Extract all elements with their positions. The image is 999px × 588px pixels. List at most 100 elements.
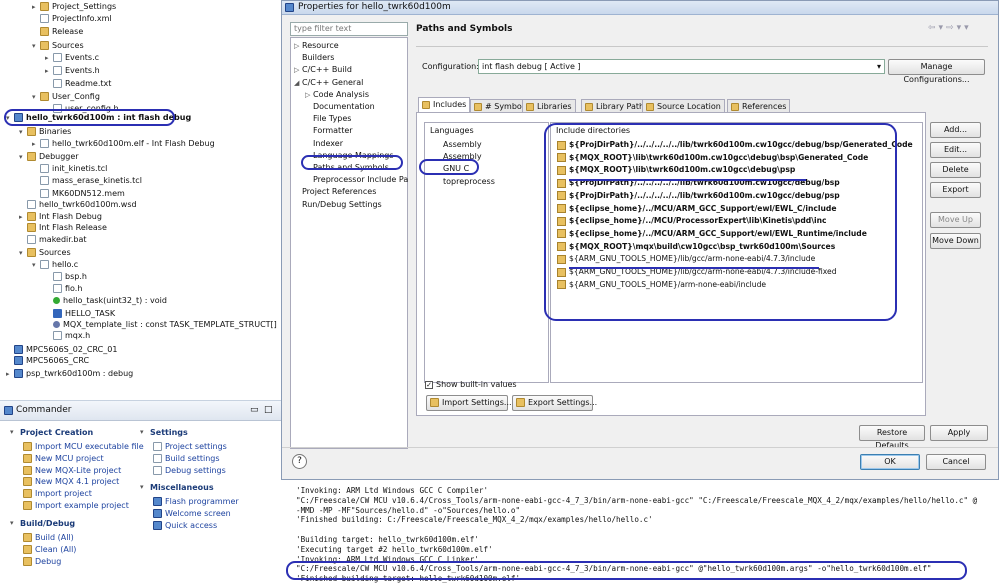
tree-row[interactable]: ▸ Events.c xyxy=(45,52,99,64)
nav-item[interactable]: Formatter xyxy=(305,126,353,135)
commander-link[interactable]: New MQX-Lite project xyxy=(23,465,121,475)
commander-link[interactable]: Quick access xyxy=(153,520,217,530)
tree-row[interactable]: ▸ Events.h xyxy=(45,65,100,77)
export-settings-button[interactable]: Export Settings... xyxy=(512,395,597,411)
properties-tab[interactable]: Source Location xyxy=(642,99,725,113)
nav-item[interactable]: ◢ C/C++ General xyxy=(294,78,363,87)
commander-link[interactable]: Project settings xyxy=(153,442,227,451)
commander-link[interactable]: Import project xyxy=(23,489,92,499)
tree-row[interactable]: mass_erase_kinetis.tcl xyxy=(32,175,142,187)
tree-row[interactable]: ▸ hello_twrk60d100m.elf - Int Flash Debug xyxy=(32,138,215,150)
language-item[interactable]: topreprocess xyxy=(443,177,495,186)
commander-link[interactable]: Clean (All) xyxy=(23,544,76,554)
nav-item[interactable]: Documentation xyxy=(305,102,375,111)
commander-link[interactable]: Debug xyxy=(23,556,61,566)
section-toggle-icon[interactable]: ▾ xyxy=(10,519,18,527)
nav-item[interactable]: Run/Debug Settings xyxy=(294,200,382,209)
side-button[interactable]: Delete xyxy=(930,162,981,178)
properties-tab[interactable]: Libraries xyxy=(522,99,576,113)
tree-row[interactable]: MPC5606S_CRC xyxy=(6,355,89,367)
tree-row[interactable]: ▾ Sources xyxy=(32,40,84,52)
tree-row[interactable]: bsp.h xyxy=(45,271,87,283)
commander-link[interactable]: Debug settings xyxy=(153,465,226,475)
nav-item[interactable]: Builders xyxy=(294,53,334,62)
commander-link[interactable]: Build (All) xyxy=(23,533,74,542)
side-button[interactable]: Add... xyxy=(930,122,981,138)
nav-back-forward-icons[interactable]: ⇦▾⇨▾▾ xyxy=(928,23,972,33)
restore-defaults-button[interactable]: Restore Defaults xyxy=(859,425,925,450)
maximize-icon[interactable]: □ xyxy=(264,405,273,415)
manage-configurations-button[interactable]: Manage Configurations... xyxy=(888,59,985,84)
expand-toggle-icon[interactable]: ▸ xyxy=(45,52,53,64)
tree-row[interactable]: ▾ Binaries xyxy=(19,126,71,138)
nav-toggle-icon[interactable]: ▷ xyxy=(305,91,313,99)
properties-tab[interactable]: References xyxy=(727,99,791,113)
nav-toggle-icon[interactable]: ◢ xyxy=(294,79,302,87)
section-toggle-icon[interactable]: ▾ xyxy=(140,483,148,491)
tree-row[interactable]: hello_twrk60d100m.wsd xyxy=(19,199,137,211)
nav-toggle-icon[interactable]: ▷ xyxy=(294,42,302,50)
tree-row[interactable]: hello_task(uint32_t) : void xyxy=(45,295,167,307)
commander-link[interactable]: New MQX 4.1 project xyxy=(23,477,119,487)
tree-row[interactable]: init_kinetis.tcl xyxy=(32,163,107,175)
side-button[interactable]: Export xyxy=(930,182,981,198)
nav-item[interactable]: Indexer xyxy=(305,139,343,148)
minimize-icon[interactable]: ▭ xyxy=(250,405,259,415)
section-toggle-icon[interactable]: ▾ xyxy=(140,428,148,436)
properties-tab[interactable]: Includes xyxy=(418,97,471,113)
cancel-button[interactable]: Cancel xyxy=(926,454,986,470)
section-title-project_creation[interactable]: Project Creation xyxy=(20,428,93,437)
expand-toggle-icon[interactable]: ▾ xyxy=(32,259,40,271)
tree-row[interactable]: ▾ Sources xyxy=(19,247,71,259)
expand-toggle-icon[interactable]: ▾ xyxy=(32,91,40,103)
language-item[interactable]: Assembly xyxy=(443,140,482,149)
tree-row[interactable]: ▸ psp_twrk60d100m : debug xyxy=(6,368,133,380)
nav-item[interactable]: ▷ Code Analysis xyxy=(305,90,369,99)
tree-row[interactable]: fio.h xyxy=(45,283,82,295)
import-settings-button[interactable]: Import Settings... xyxy=(426,395,512,411)
expand-toggle-icon[interactable]: ▾ xyxy=(19,247,27,259)
section-title-build_debug[interactable]: Build/Debug xyxy=(20,519,75,528)
ok-button[interactable]: OK xyxy=(860,454,920,470)
tree-row[interactable]: Int Flash Release xyxy=(19,222,107,234)
commander-link[interactable]: Build settings xyxy=(153,453,220,463)
configuration-select[interactable]: int flash debug [ Active ] ▾ xyxy=(478,59,885,74)
tree-row[interactable]: Readme.txt xyxy=(45,78,111,90)
expand-toggle-icon[interactable]: ▸ xyxy=(32,1,40,13)
side-button[interactable]: Move Up xyxy=(930,212,981,228)
side-button[interactable]: Move Down xyxy=(930,233,981,249)
nav-toggle-icon[interactable]: ▷ xyxy=(294,66,302,74)
section-toggle-icon[interactable]: ▾ xyxy=(10,428,18,436)
tree-row[interactable]: ProjectInfo.xml xyxy=(32,13,112,25)
nav-item[interactable]: ▷ Resource xyxy=(294,41,339,50)
nav-item[interactable]: ▷ C/C++ Build xyxy=(294,65,352,74)
expand-toggle-icon[interactable]: ▸ xyxy=(6,368,14,380)
commander-link[interactable]: New MCU project xyxy=(23,453,104,463)
nav-item[interactable]: File Types xyxy=(305,114,351,123)
tree-row[interactable]: ▸ Project_Settings xyxy=(32,1,116,13)
expand-toggle-icon[interactable]: ▾ xyxy=(32,40,40,52)
tree-row[interactable]: ▾ User_Config xyxy=(32,91,100,103)
expand-toggle-icon[interactable]: ▸ xyxy=(45,65,53,77)
nav-item[interactable]: Project References xyxy=(294,187,376,196)
tree-row[interactable]: makedir.bat xyxy=(19,234,86,246)
filter-input[interactable]: type filter text xyxy=(290,22,408,36)
expand-toggle-icon[interactable]: ▸ xyxy=(32,138,40,150)
section-title-settings[interactable]: Settings xyxy=(150,428,188,437)
tree-row[interactable]: Release xyxy=(32,26,83,38)
section-title-miscellaneous[interactable]: Miscellaneous xyxy=(150,483,214,492)
tree-row[interactable]: ▾ hello.c xyxy=(32,259,78,271)
tree-row[interactable]: ▾ Debugger xyxy=(19,151,79,163)
commander-link[interactable]: Import MCU executable file xyxy=(23,442,144,451)
apply-button[interactable]: Apply xyxy=(930,425,988,441)
show-builtin-checkbox[interactable]: ✓ Show built-in values xyxy=(425,380,517,389)
commander-link[interactable]: Import example project xyxy=(23,501,129,510)
side-button[interactable]: Edit... xyxy=(930,142,981,158)
tree-row[interactable]: mqx.h xyxy=(45,330,90,342)
expand-toggle-icon[interactable]: ▾ xyxy=(19,151,27,163)
commander-link[interactable]: Welcome screen xyxy=(153,508,231,518)
commander-link[interactable]: Flash programmer xyxy=(153,497,239,506)
expand-toggle-icon[interactable]: ▾ xyxy=(19,126,27,138)
nav-item[interactable]: Preprocessor Include Pa xyxy=(305,175,408,184)
help-icon[interactable]: ? xyxy=(292,454,307,469)
